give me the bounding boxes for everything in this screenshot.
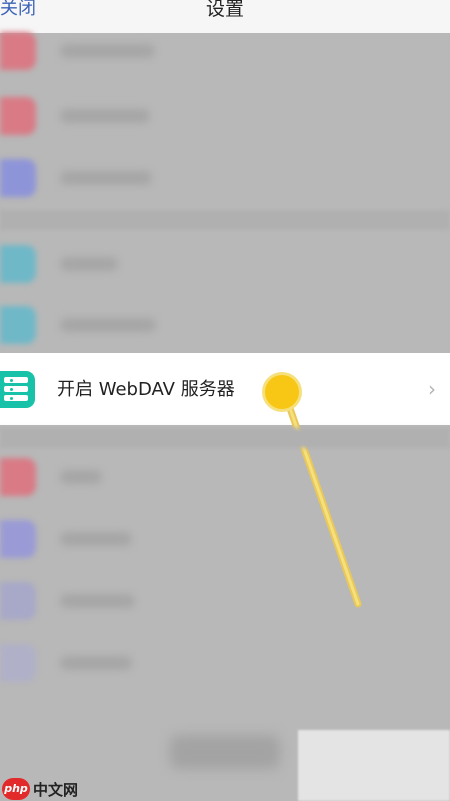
blurred-setting-label bbox=[60, 470, 102, 484]
blurred-footer-text bbox=[170, 735, 280, 769]
list-item bbox=[0, 233, 450, 295]
blurred-setting-label bbox=[60, 318, 156, 332]
blurred-setting-label bbox=[60, 109, 150, 123]
blurred-setting-label bbox=[60, 532, 132, 546]
list-item bbox=[0, 508, 450, 570]
blurred-footer-box bbox=[298, 730, 450, 801]
blurred-setting-label bbox=[60, 171, 152, 185]
blurred-setting-label bbox=[60, 44, 155, 58]
blurred-setting-icon bbox=[0, 306, 36, 344]
watermark-text: 中文网 bbox=[33, 780, 79, 799]
watermark-badge: php bbox=[2, 778, 30, 800]
section-separator bbox=[0, 428, 450, 448]
blurred-setting-icon bbox=[0, 520, 36, 558]
blurred-setting-icon bbox=[0, 97, 36, 135]
webdav-server-label: 开启 WebDAV 服务器 bbox=[57, 379, 235, 400]
list-item bbox=[0, 446, 450, 508]
blurred-setting-icon bbox=[0, 32, 36, 70]
list-item bbox=[0, 570, 450, 632]
blurred-setting-icon bbox=[0, 458, 36, 496]
blurred-setting-label bbox=[60, 594, 135, 608]
blurred-setting-icon bbox=[0, 582, 36, 620]
blurred-setting-icon bbox=[0, 245, 36, 283]
list-item bbox=[0, 85, 450, 147]
page-title: 设置 bbox=[205, 0, 244, 20]
list-item bbox=[0, 147, 450, 209]
tap-indicator bbox=[265, 375, 299, 409]
blurred-setting-icon bbox=[0, 644, 36, 682]
list-item bbox=[0, 294, 450, 356]
webdav-server-row[interactable]: 开启 WebDAV 服务器 › bbox=[0, 353, 450, 425]
watermark: php 中文网 bbox=[2, 778, 78, 800]
section-separator bbox=[0, 210, 450, 230]
chevron-right-icon: › bbox=[428, 377, 436, 401]
blurred-setting-label bbox=[60, 257, 118, 271]
list-item bbox=[0, 20, 450, 82]
server-icon bbox=[0, 371, 35, 408]
blurred-setting-label bbox=[60, 656, 132, 670]
list-item bbox=[0, 632, 450, 694]
blurred-setting-icon bbox=[0, 159, 36, 197]
